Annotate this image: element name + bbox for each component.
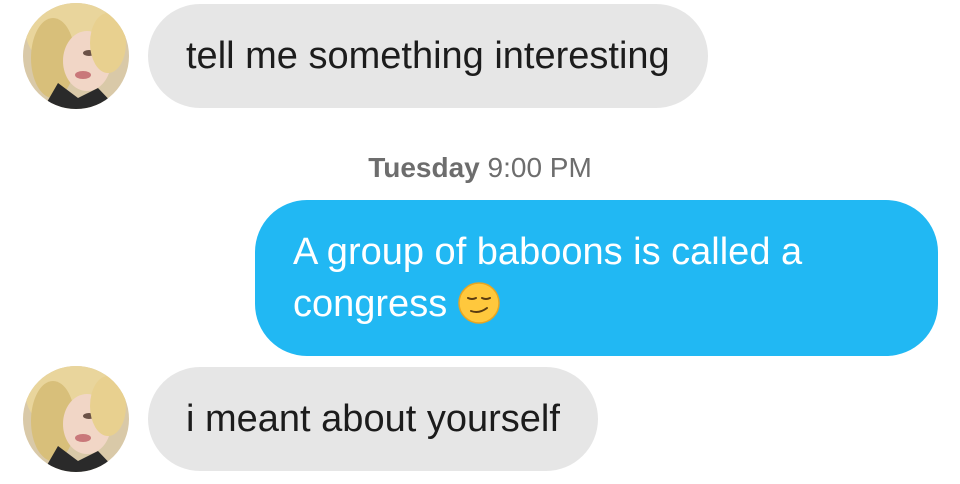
smirk-face-icon	[457, 281, 501, 325]
message-text-line-1: A group of baboons is called a	[293, 231, 803, 273]
avatar-photo	[23, 366, 129, 472]
message-bubble-incoming[interactable]: tell me something interesting	[148, 4, 708, 108]
message-text: tell me something interesting	[186, 35, 670, 77]
message-text-line-2-text: congress	[293, 283, 448, 325]
message-text-line-2: congress	[293, 278, 900, 330]
message-timestamp: Tuesday 9:00 PM	[0, 150, 960, 186]
message-bubble-incoming[interactable]: i meant about yourself	[148, 367, 598, 471]
message-bubble-outgoing[interactable]: A group of baboons is called a congress	[255, 200, 938, 356]
avatar-photo	[23, 3, 129, 109]
timestamp-day: Tuesday	[368, 152, 480, 183]
timestamp-time: 9:00 PM	[487, 152, 592, 183]
avatar[interactable]	[23, 366, 129, 472]
avatar[interactable]	[23, 3, 129, 109]
message-text: i meant about yourself	[186, 398, 560, 440]
